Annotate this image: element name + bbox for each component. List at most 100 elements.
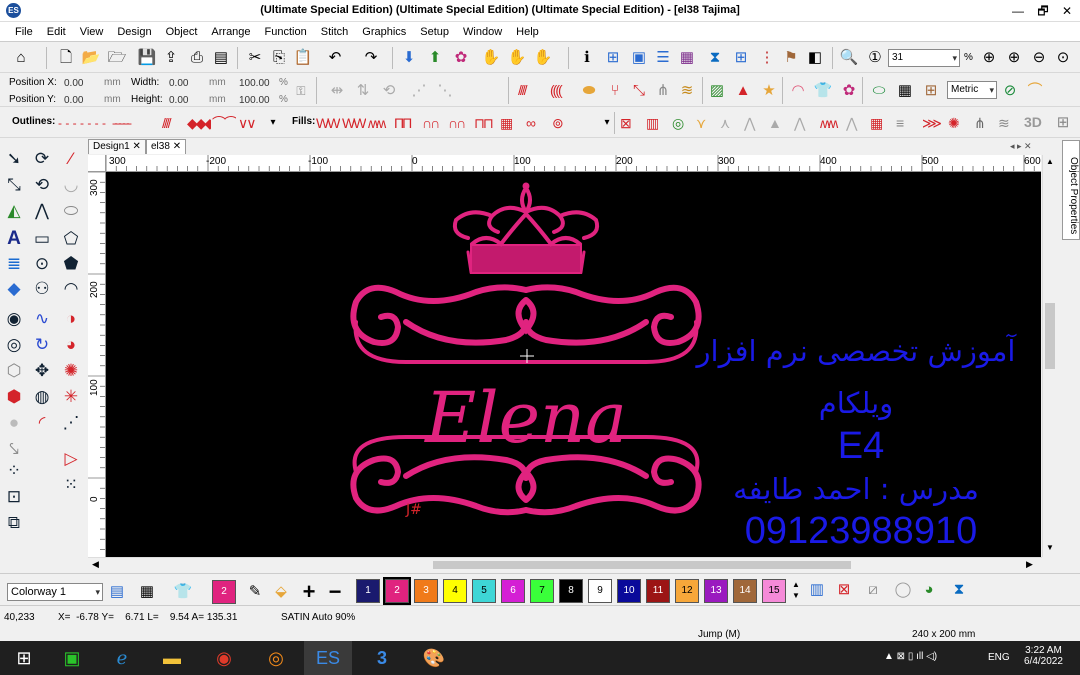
branch-icon[interactable]: ⑂ xyxy=(604,80,626,102)
remove-color-icon[interactable]: − xyxy=(324,581,346,603)
effect-trees-icon[interactable]: ⋔ xyxy=(974,113,996,133)
print-icon[interactable]: ⎙ xyxy=(186,47,208,69)
stitch-angle-icon[interactable]: //// xyxy=(518,80,546,100)
fill-chain-icon[interactable]: ∞ xyxy=(526,113,550,133)
thread-swatch-10[interactable]: 10 xyxy=(617,579,641,603)
leaf-icon[interactable]: ⬬ xyxy=(578,80,600,102)
swatch-scroll[interactable]: ▲ ▼ xyxy=(792,579,800,601)
paste-icon[interactable]: 📋 xyxy=(292,47,314,69)
dots-a-icon[interactable]: ⁘ xyxy=(3,460,25,482)
object-properties-panel[interactable]: Object Properties xyxy=(1062,140,1080,240)
cut-icon[interactable]: ✂ xyxy=(244,47,266,69)
close-icon[interactable]: ✕ xyxy=(132,141,140,152)
effect-feather-icon[interactable]: ⋙ xyxy=(922,113,946,133)
zoom-one-icon[interactable]: ① xyxy=(864,47,886,69)
fill-steps-icon[interactable]: ⊓⊓ xyxy=(474,113,498,133)
fill-ring-icon[interactable]: ⊚ xyxy=(552,113,576,133)
language-indicator[interactable]: ENG xyxy=(988,652,1010,663)
redo-icon[interactable]: ↷ xyxy=(360,47,382,69)
crop-icon[interactable]: ⊡ xyxy=(3,486,25,508)
paint-bucket-icon[interactable]: ⬙ xyxy=(270,581,292,603)
menu-function[interactable]: Function xyxy=(258,22,314,38)
send-machine-icon[interactable]: ⬇ xyxy=(398,47,420,69)
new-file-icon[interactable]: 🗋 xyxy=(55,47,77,69)
menu-view[interactable]: View xyxy=(73,22,111,38)
tab-scroll-arrows[interactable]: ◂ ▸ ✕ xyxy=(1010,141,1032,152)
circle-b-icon[interactable]: ◑ xyxy=(60,308,82,330)
thread-swatch-13[interactable]: 13 xyxy=(704,579,728,603)
node-edit-icon[interactable]: ⋀ xyxy=(31,200,53,222)
position-y-field[interactable]: 0.00 xyxy=(60,93,102,108)
ellipse-outline-icon[interactable]: ⬭ xyxy=(60,200,82,222)
frame-icon[interactable]: ⬭ xyxy=(868,80,890,102)
grid-icon[interactable]: ⊞ xyxy=(730,47,752,69)
thread-swatch-8[interactable]: 8 xyxy=(559,579,583,603)
circle-e-icon[interactable]: ◍ xyxy=(31,386,53,408)
horizontal-scroll-thumb[interactable] xyxy=(433,561,851,569)
add-color-icon[interactable]: + xyxy=(298,581,320,603)
write-disk-icon[interactable]: ⬆ xyxy=(424,47,446,69)
list-icon[interactable]: ☰ xyxy=(652,47,674,69)
lock-proportions-icon[interactable]: ⚿ xyxy=(290,80,312,102)
scroll-up-arrow[interactable]: ▲ xyxy=(1046,157,1054,166)
effect-radial-icon[interactable]: ✺ xyxy=(948,113,970,133)
width-field[interactable]: 0.00 xyxy=(165,76,207,91)
file-explorer-icon[interactable]: ▬ xyxy=(148,641,196,675)
hoop-grid-icon[interactable]: ⊞ xyxy=(920,80,942,102)
thread-swatch-11[interactable]: 11 xyxy=(646,579,670,603)
move-icon[interactable]: ✥ xyxy=(31,360,53,382)
scroll-down-arrow[interactable]: ▼ xyxy=(1046,543,1054,552)
stamp-icon[interactable]: ⚑ xyxy=(780,47,802,69)
scale-width-field[interactable]: 100.00 xyxy=(235,76,277,91)
color-grid-icon[interactable]: ▦ xyxy=(136,581,158,603)
thread-swatch-2[interactable]: 2 xyxy=(383,577,411,605)
outlines-dropdown-icon[interactable]: ▾ xyxy=(262,112,284,134)
embroidery-studio-icon[interactable]: ES xyxy=(304,641,352,675)
open-folder-icon[interactable]: 📂 xyxy=(80,47,102,69)
tray-icons[interactable]: ▲ ⊠ ▯ ıll ◁) xyxy=(884,651,937,662)
ie-icon[interactable]: ℯ xyxy=(98,641,146,675)
color-wheel-icon[interactable]: ✿ xyxy=(450,47,472,69)
tab-el38[interactable]: el38 ✕ xyxy=(146,139,187,154)
height-field[interactable]: 0.00 xyxy=(165,93,207,108)
eyedropper-icon[interactable]: ✎ xyxy=(244,581,266,603)
arc-icon[interactable]: ⌒ xyxy=(1024,80,1046,102)
monitor-icon[interactable]: ▣ xyxy=(628,47,650,69)
current-color-swatch[interactable]: 2 xyxy=(212,580,236,604)
menu-edit[interactable]: Edit xyxy=(40,22,73,38)
thread-chart-x-icon[interactable]: ⊠ xyxy=(833,579,855,601)
effect-circle-icon[interactable]: ◎ xyxy=(672,113,694,133)
thread-swatch-14[interactable]: 14 xyxy=(733,579,757,603)
effect-waves-icon[interactable]: ≋ xyxy=(998,113,1020,133)
fill-loops-icon[interactable]: ∩∩ xyxy=(448,113,472,133)
store-icon[interactable]: ▣ xyxy=(48,641,96,675)
menu-setup[interactable]: Setup xyxy=(413,22,456,38)
zoom-out-icon[interactable]: ⊖ xyxy=(1028,47,1050,69)
thread-swatch-9[interactable]: 9 xyxy=(588,579,612,603)
shapes-icon[interactable]: ▲ xyxy=(732,80,754,102)
vertical-scroll-thumb[interactable] xyxy=(1045,303,1055,369)
thread-chart-icon[interactable]: ▥ xyxy=(806,579,828,601)
stitch-player-icon[interactable]: ⋮ xyxy=(756,47,778,69)
ezy-outline-icon[interactable]: ∨∨ xyxy=(238,113,260,133)
thread-icon[interactable]: ⧗ xyxy=(704,47,726,69)
thread-swatch-3[interactable]: 3 xyxy=(414,579,438,603)
triple-stitch-icon[interactable]: -·-·-·-·- xyxy=(112,113,160,133)
scroll-right-arrow[interactable]: ▶ xyxy=(1026,559,1033,570)
sunburst-icon[interactable]: ✺ xyxy=(60,360,82,382)
grid-table-icon[interactable]: ▦ xyxy=(894,80,916,102)
tab-design1[interactable]: Design1 ✕ xyxy=(88,139,146,154)
star-icon[interactable]: ★ xyxy=(758,80,780,102)
color-blend-icon[interactable]: ⊘ xyxy=(999,80,1021,102)
running-line-icon[interactable]: ⁄ xyxy=(60,148,82,170)
curve-tool-icon[interactable]: ◡ xyxy=(60,174,82,196)
monogram-tool-icon[interactable]: ≣ xyxy=(3,253,25,275)
arc-red-icon[interactable]: ◜ xyxy=(31,412,53,434)
undo-icon[interactable]: ↶ xyxy=(324,47,346,69)
hexagon-a-icon[interactable]: ⬡ xyxy=(3,360,25,382)
text-tool-icon[interactable]: A xyxy=(3,228,25,250)
zoom-icon[interactable]: 🔍 xyxy=(838,47,860,69)
monogram-icon[interactable]: ◠ xyxy=(787,80,809,102)
close-button[interactable]: ✕ xyxy=(1052,0,1080,22)
copy-icon[interactable]: ⎘ xyxy=(268,47,290,69)
